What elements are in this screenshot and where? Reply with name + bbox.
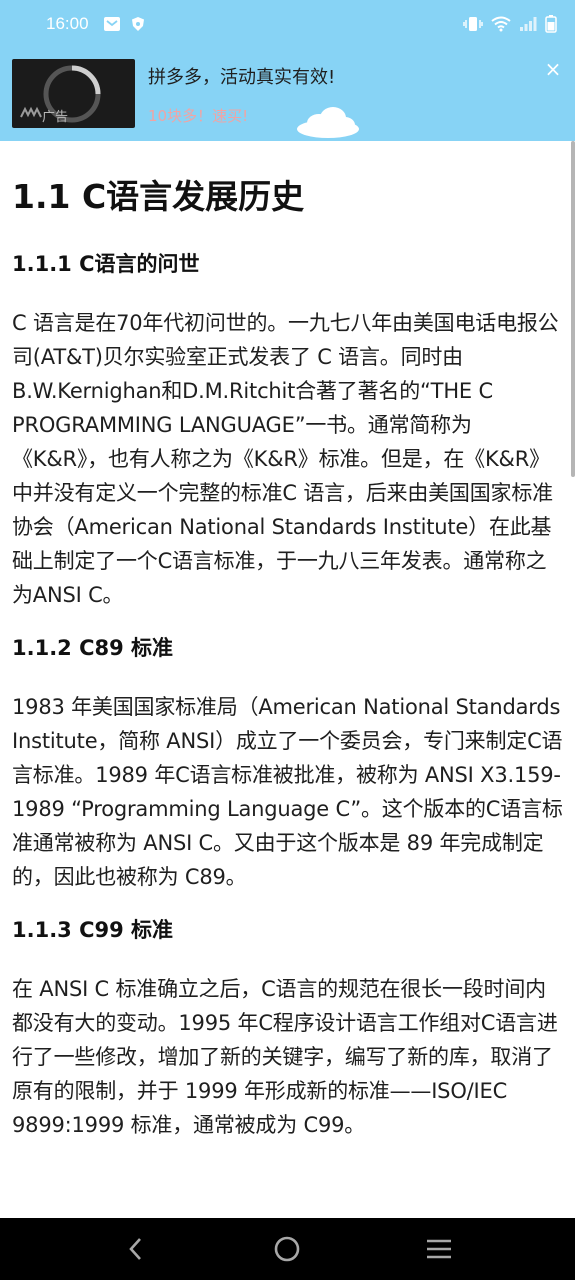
scrollbar[interactable] <box>571 141 575 477</box>
back-button[interactable] <box>116 1229 156 1269</box>
section-body-3: 在 ANSI C 标准确立之后，C语言的规范在很长一段时间内都没有大的变动。19… <box>12 977 558 1137</box>
home-icon <box>275 1236 300 1262</box>
section-body-2: 1983 年美国国家标准局（American National Standard… <box>12 695 563 889</box>
section-heading-3: 1.1.3 C99 标准 <box>12 918 174 942</box>
signal-icon <box>519 16 537 32</box>
ad-logo-icon <box>20 106 42 118</box>
ad-thumbnail[interactable]: 广告 <box>12 59 135 128</box>
ad-title[interactable]: 拼多多，活动真实有效! <box>148 63 335 89</box>
section-body-1: C 语言是在70年代初问世的。一九七八年由美国电话电报公司(AT&T)贝尔实验室… <box>12 311 559 607</box>
ad-tag: 广告 <box>42 110 69 125</box>
section-heading-2: 1.1.2 C89 标准 <box>12 636 174 660</box>
section-heading-1: 1.1.1 C语言的问世 <box>12 252 200 276</box>
article-content[interactable]: 1.1 C语言发展历史 1.1.1 C语言的问世 C 语言是在70年代初问世的。… <box>0 141 575 1218</box>
cloud-icon <box>297 107 359 138</box>
article-title: 1.1 C语言发展历史 <box>12 177 305 216</box>
home-button[interactable] <box>267 1229 307 1269</box>
ad-subtitle[interactable]: 10块多！速买! <box>148 105 248 126</box>
navigation-bar <box>0 1218 575 1280</box>
wifi-icon <box>491 16 511 32</box>
close-icon[interactable]: × <box>543 59 563 79</box>
vibrate-icon <box>463 16 483 32</box>
menu-icon <box>427 1239 452 1259</box>
status-bar: 16:00 <box>0 0 575 47</box>
back-icon <box>129 1238 141 1260</box>
mail-icon <box>103 16 121 32</box>
ad-banner[interactable]: 广告 拼多多，活动真实有效! 10块多！速买! × <box>0 47 575 141</box>
status-time: 16:00 <box>46 13 89 33</box>
shield-icon <box>131 16 145 32</box>
menu-button[interactable] <box>419 1229 459 1269</box>
battery-icon <box>545 14 557 33</box>
